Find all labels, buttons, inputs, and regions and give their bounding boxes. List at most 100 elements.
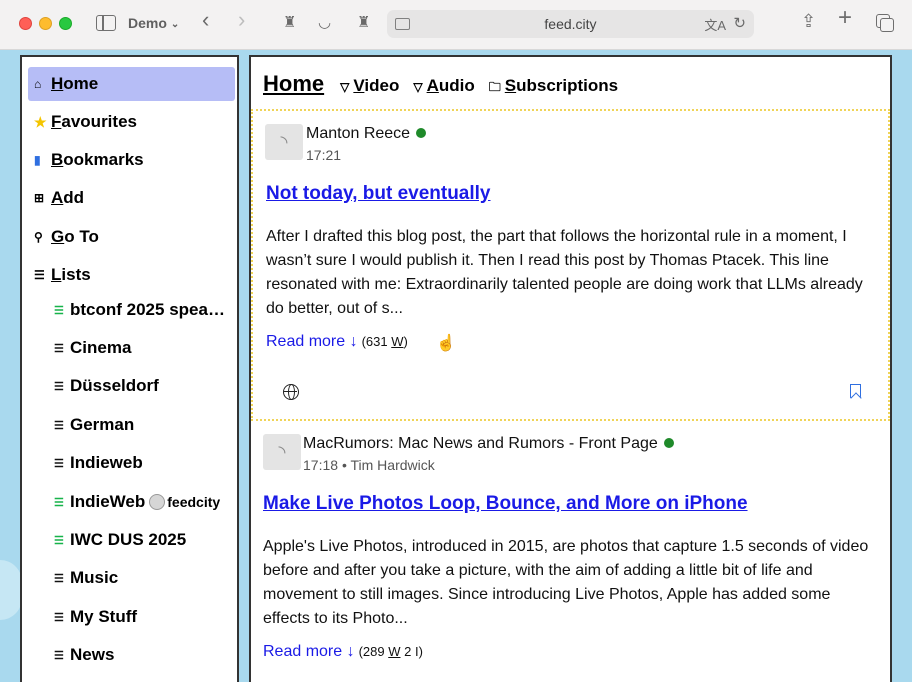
extension-icon[interactable]: ♜: [357, 13, 370, 31]
url-text: feed.city: [544, 16, 597, 32]
read-more-link[interactable]: Read more ↓ (289 W 2 I): [263, 643, 423, 661]
post-source[interactable]: Manton Reece: [306, 125, 427, 143]
access-key: A: [51, 188, 64, 207]
list-item-music[interactable]: ☰ Music: [54, 563, 239, 593]
sidebar: ⌂ Home ★ Favourites ▮ Bookmarks ⊞ Add ⚲ Go To…: [20, 55, 239, 682]
sidebar-item-label: ome: [63, 74, 99, 93]
sidebar-toggle-icon[interactable]: [96, 15, 116, 31]
rss-icon: ◝: [265, 124, 303, 160]
list-item-label: News: [70, 645, 115, 664]
sidebar-item-add[interactable]: ⊞ Add: [28, 181, 235, 215]
main-feed: Home ▽ Video ▽ Audio 🗀 Subscriptions ◝ Mant…: [249, 55, 892, 682]
tab-overview-icon[interactable]: [876, 14, 894, 32]
home-icon: ⌂: [34, 77, 42, 91]
forward-arrow-icon[interactable]: ›: [238, 9, 245, 31]
search-icon: ⚲: [34, 230, 43, 244]
post-time: 17:21: [306, 147, 342, 163]
access-key: S: [504, 76, 517, 95]
list-item-dusseldorf[interactable]: ☰ Düsseldorf: [54, 371, 239, 401]
sidebar-item-label: o To: [64, 227, 99, 246]
close-window-button[interactable]: [19, 17, 32, 30]
post-excerpt: Apple's Live Photos, introduced in 2015,…: [263, 538, 869, 627]
word-count: (631 W): [362, 334, 408, 349]
sidebar-item-label: dd: [63, 188, 85, 207]
background-shape: [0, 560, 22, 620]
globe-icon[interactable]: [283, 384, 299, 400]
list-item-cinema[interactable]: ☰ Cinema: [54, 333, 239, 363]
filter-label: ideo: [364, 76, 400, 95]
sidebar-item-label: ists: [61, 265, 91, 284]
bookmark-icon[interactable]: [850, 384, 861, 398]
post-source[interactable]: MacRumors: Mac News and Rumors - Front P…: [303, 435, 674, 453]
feed-post: ◝ MacRumors: Mac News and Rumors - Front…: [251, 423, 890, 682]
address-bar[interactable]: feed.city 文A ↻: [387, 10, 754, 38]
zoom-window-button[interactable]: [59, 17, 72, 30]
list-item-label: My Stuff: [70, 607, 138, 626]
word-count-end: ): [403, 334, 408, 349]
sidebar-item-goto[interactable]: ⚲ Go To: [28, 220, 235, 254]
access-key: A: [426, 76, 439, 95]
list-item-label: German: [70, 415, 135, 434]
access-key: G: [51, 227, 65, 246]
page-title[interactable]: Home: [263, 71, 324, 97]
read-more-label: Read more ↓: [266, 333, 358, 350]
sidebar-item-favourites[interactable]: ★ Favourites: [28, 105, 235, 139]
feed-post: ◝ Manton Reece 17:21 Not today, but even…: [251, 109, 890, 421]
list-icon: ☰: [54, 304, 64, 317]
list-icon: ☰: [54, 611, 64, 624]
profile-menu[interactable]: Demo ⌄: [128, 15, 179, 31]
post-title-link[interactable]: Not today, but eventually: [266, 183, 491, 205]
profile-name: Demo: [128, 15, 167, 31]
filter-icon: ▽: [340, 80, 350, 94]
list-item-label: Cinema: [70, 338, 132, 357]
list-item-german[interactable]: ☰ German: [54, 410, 239, 440]
list-icon: ☰: [54, 457, 64, 470]
list-icon: ☰: [34, 268, 45, 282]
bookmark-icon: ▮: [34, 153, 41, 167]
source-name: MacRumors: Mac News and Rumors - Front P…: [303, 435, 658, 452]
sidebar-item-bookmarks[interactable]: ▮ Bookmarks: [28, 143, 235, 177]
word-count: (289 W 2 I): [359, 644, 423, 659]
subscriptions-link[interactable]: 🗀 Subscriptions: [489, 76, 618, 99]
browser-toolbar: Demo ⌄ ‹ › ♜ ◡ ♜ feed.city 文A ↻ ⇪ +: [0, 0, 912, 50]
list-item-btconf[interactable]: ☰ btconf 2025 spea…: [54, 295, 239, 325]
sidebar-item-home[interactable]: ⌂ Home: [28, 67, 235, 101]
read-more-link[interactable]: Read more ↓ (631 W): [266, 333, 408, 351]
shield-extension-icon[interactable]: ◡: [318, 13, 331, 31]
star-icon: ★: [34, 113, 47, 130]
new-tab-icon[interactable]: +: [838, 6, 852, 30]
filter-audio-link[interactable]: ▽ Audio: [413, 76, 474, 96]
list-item-indieweb-feedcity[interactable]: ☰ IndieWeb feedcity: [54, 487, 239, 517]
filter-label: udio: [438, 76, 475, 95]
access-key: F: [51, 112, 62, 131]
list-item-iwc-dus[interactable]: ☰ IWC DUS 2025: [54, 525, 239, 555]
post-excerpt: After I drafted this blog post, the part…: [266, 228, 863, 317]
reload-icon[interactable]: ↻: [733, 14, 746, 32]
post-time: 17:18: [303, 457, 339, 473]
list-item-badge: feedcity: [167, 494, 221, 510]
share-icon[interactable]: ⇪: [801, 12, 816, 30]
translate-icon[interactable]: 文A: [704, 15, 726, 34]
feedcity-avatar-icon: [149, 494, 166, 510]
access-key: L: [51, 265, 62, 284]
list-icon: ☰: [54, 342, 64, 355]
list-icon: ☰: [54, 380, 64, 393]
list-item-indieweb[interactable]: ☰ Indieweb: [54, 448, 239, 478]
word-count-unit: W: [388, 644, 401, 659]
folder-icon: 🗀: [488, 80, 501, 94]
filter-video-link[interactable]: ▽ Video: [340, 76, 399, 96]
list-item-label: IndieWeb: [70, 492, 146, 511]
list-icon: ☰: [54, 649, 64, 662]
back-arrow-icon[interactable]: ‹: [202, 9, 209, 31]
post-title-link[interactable]: Make Live Photos Loop, Bounce, and More …: [263, 493, 748, 515]
list-item-news[interactable]: ☰ News: [54, 640, 239, 670]
sidebar-item-label: avourites: [61, 112, 137, 131]
list-item-label: Düsseldorf: [70, 376, 159, 395]
list-item-my-stuff[interactable]: ☰ My Stuff: [54, 602, 239, 632]
post-meta: 17:18 • Tim Hardwick: [303, 457, 435, 473]
sidebar-item-lists[interactable]: ☰ Lists: [28, 258, 235, 292]
online-status-dot: [663, 438, 674, 448]
list-icon: ☰: [54, 572, 64, 585]
extension-icon[interactable]: ♜: [283, 13, 296, 31]
minimize-window-button[interactable]: [39, 17, 52, 30]
